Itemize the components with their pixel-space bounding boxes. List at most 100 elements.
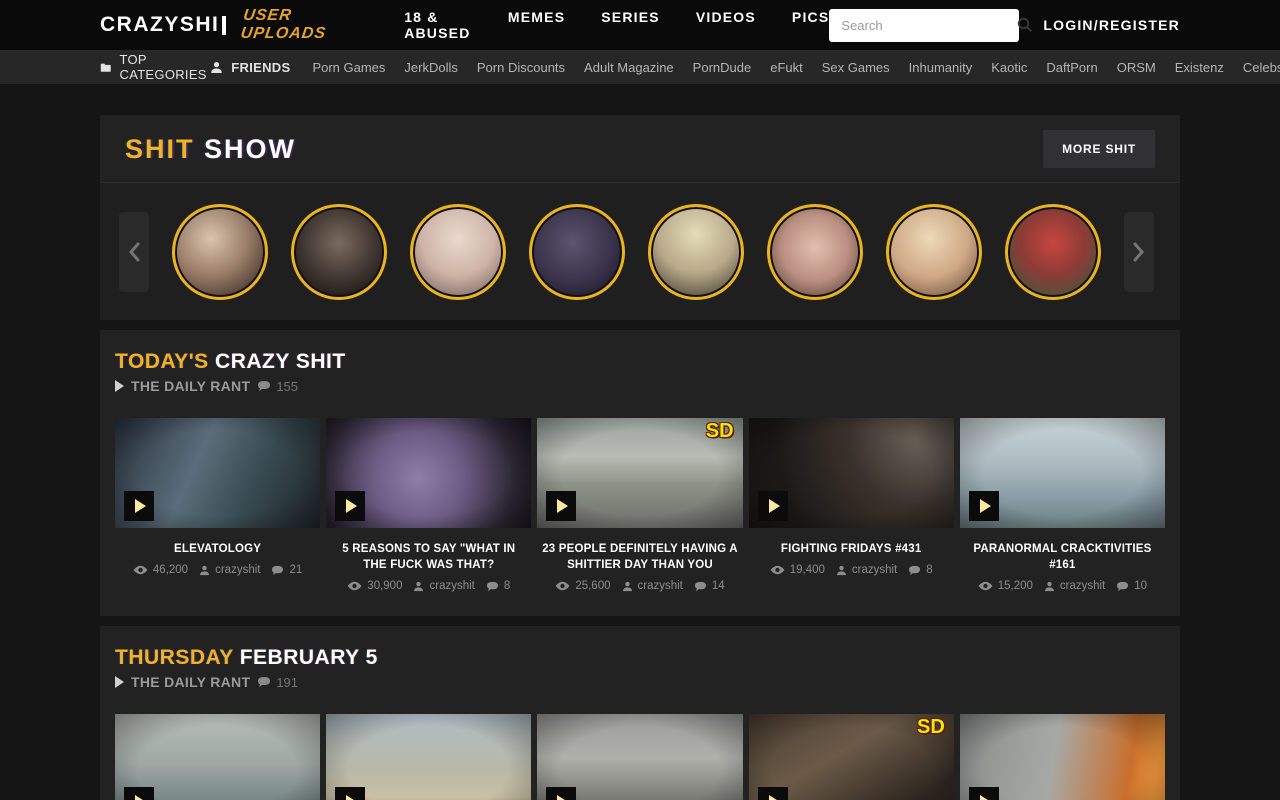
sd-quality-badge: SD	[917, 716, 945, 739]
comment-bubble-icon	[271, 565, 284, 576]
friends-label: FRIENDS	[231, 60, 290, 75]
video-thumbnail[interactable]: SD	[749, 714, 954, 800]
daily-rant-link[interactable]: THE DAILY RANT 155	[115, 378, 1165, 394]
uploader-stat[interactable]: crazyshit	[622, 580, 683, 592]
link-kaotic[interactable]: Kaotic	[991, 60, 1027, 75]
daily-rant-comment-count: 191	[257, 675, 298, 690]
play-triangle-icon	[115, 676, 124, 688]
video-stats: 25,600 crazyshit 14	[537, 580, 742, 592]
search-box	[829, 9, 1019, 42]
eye-icon	[770, 565, 785, 575]
link-inhumanity[interactable]: Inhumanity	[909, 60, 973, 75]
menu-item-pics[interactable]: PICS	[792, 9, 829, 41]
video-thumbnail[interactable]	[326, 418, 531, 528]
link-porn-discounts[interactable]: Porn Discounts	[477, 60, 565, 75]
link-orsm[interactable]: ORSM	[1117, 60, 1156, 75]
play-button[interactable]	[758, 491, 788, 521]
tagline-user-uploads: USER UPLOADS	[240, 7, 373, 43]
play-button[interactable]	[124, 787, 154, 800]
carousel-track	[172, 204, 1101, 300]
section-title-today: TODAY'S CRAZY SHIT	[115, 350, 1165, 374]
link-porn-games[interactable]: Porn Games	[312, 60, 385, 75]
video-thumbnail[interactable]	[115, 418, 320, 528]
person-icon	[413, 581, 424, 592]
carousel-item[interactable]	[886, 204, 982, 300]
carousel-next-button[interactable]	[1124, 212, 1154, 292]
link-celebs[interactable]: Celebs	[1243, 60, 1280, 75]
link-efukt[interactable]: eFukt	[770, 60, 803, 75]
views-stat: 15,200	[978, 580, 1033, 592]
video-title[interactable]: 5 REASONS TO SAY "WHAT IN THE FUCK WAS T…	[330, 541, 527, 573]
video-title[interactable]: 23 PEOPLE DEFINITELY HAVING A SHITTIER D…	[541, 541, 738, 573]
carousel-item[interactable]	[648, 204, 744, 300]
play-button[interactable]	[124, 491, 154, 521]
carousel-prev-button[interactable]	[119, 212, 149, 292]
video-thumbnail[interactable]	[960, 714, 1165, 800]
link-sex-games[interactable]: Sex Games	[822, 60, 890, 75]
folder-icon	[100, 61, 112, 74]
link-porndude[interactable]: PornDude	[693, 60, 752, 75]
play-icon	[980, 499, 991, 513]
thursday-cards-grid: SD	[115, 714, 1165, 800]
play-button[interactable]	[335, 787, 365, 800]
play-button[interactable]	[969, 787, 999, 800]
sub-nav: TOP CATEGORIES FRIENDS Porn Games JerkDo…	[0, 50, 1280, 84]
menu-item-videos[interactable]: VIDEOS	[696, 9, 756, 41]
carousel-item[interactable]	[172, 204, 268, 300]
link-daftporn[interactable]: DaftPorn	[1046, 60, 1097, 75]
site-logo[interactable]: CRAZYSHI	[100, 13, 226, 37]
video-thumbnail[interactable]	[960, 418, 1165, 528]
carousel-item[interactable]	[529, 204, 625, 300]
video-card	[960, 714, 1165, 800]
menu-item-18-and-abused[interactable]: 18 & ABUSED	[404, 9, 472, 41]
search-input[interactable]	[841, 18, 1017, 33]
video-thumbnail[interactable]	[326, 714, 531, 800]
video-thumbnail[interactable]	[115, 714, 320, 800]
site-logo-cursor	[222, 16, 226, 35]
video-thumbnail[interactable]: SD	[537, 418, 742, 528]
shit-show-title-part2: SHOW	[204, 134, 296, 164]
top-categories-dropdown[interactable]: TOP CATEGORIES	[100, 52, 210, 82]
play-button[interactable]	[546, 491, 576, 521]
video-card	[537, 714, 742, 800]
video-card	[326, 714, 531, 800]
more-shit-button[interactable]: MORE SHIT	[1043, 130, 1155, 168]
comment-bubble-icon	[257, 676, 271, 688]
uploader-stat[interactable]: crazyshit	[1044, 580, 1105, 592]
play-button[interactable]	[758, 787, 788, 800]
carousel-item[interactable]	[767, 204, 863, 300]
video-title[interactable]: ELEVATOLOGY	[119, 541, 316, 557]
carousel-item[interactable]	[1005, 204, 1101, 300]
friends-link[interactable]: FRIENDS	[210, 60, 290, 75]
menu-item-series[interactable]: SERIES	[601, 9, 660, 41]
menu-item-memes[interactable]: MEMES	[508, 9, 565, 41]
video-thumbnail[interactable]	[749, 418, 954, 528]
video-title[interactable]: PARANORMAL CRACKTIVITIES #161	[964, 541, 1161, 573]
link-adult-magazine[interactable]: Adult Magazine	[584, 60, 674, 75]
uploader-stat[interactable]: crazyshit	[413, 580, 474, 592]
thursday-february-5-section: THURSDAY FEBRUARY 5 THE DAILY RANT 191 S	[100, 626, 1180, 800]
site-logo-text: CRAZYSHI	[100, 13, 219, 37]
login-register-button[interactable]: LOGIN/REGISTER	[1043, 17, 1180, 33]
carousel-item[interactable]	[410, 204, 506, 300]
uploader-stat[interactable]: crazyshit	[199, 564, 260, 576]
views-stat: 30,900	[347, 580, 402, 592]
sd-quality-badge: SD	[706, 420, 734, 443]
play-icon	[769, 499, 780, 513]
play-button[interactable]	[335, 491, 365, 521]
link-jerkdolls[interactable]: JerkDolls	[404, 60, 457, 75]
video-title[interactable]: FIGHTING FRIDAYS #431	[753, 541, 950, 557]
play-button[interactable]	[969, 491, 999, 521]
link-existenz[interactable]: Existenz	[1175, 60, 1224, 75]
main-menu: 18 & ABUSED MEMES SERIES VIDEOS PICS	[404, 9, 829, 41]
video-thumbnail[interactable]	[537, 714, 742, 800]
play-icon	[135, 499, 146, 513]
uploader-stat[interactable]: crazyshit	[836, 564, 897, 576]
play-button[interactable]	[546, 787, 576, 800]
section-title-part2: FEBRUARY 5	[240, 646, 378, 669]
comment-bubble-icon	[694, 581, 707, 592]
play-icon	[769, 795, 780, 800]
carousel-item[interactable]	[291, 204, 387, 300]
search-button[interactable]	[1017, 14, 1033, 36]
daily-rant-link[interactable]: THE DAILY RANT 191	[115, 674, 1165, 690]
